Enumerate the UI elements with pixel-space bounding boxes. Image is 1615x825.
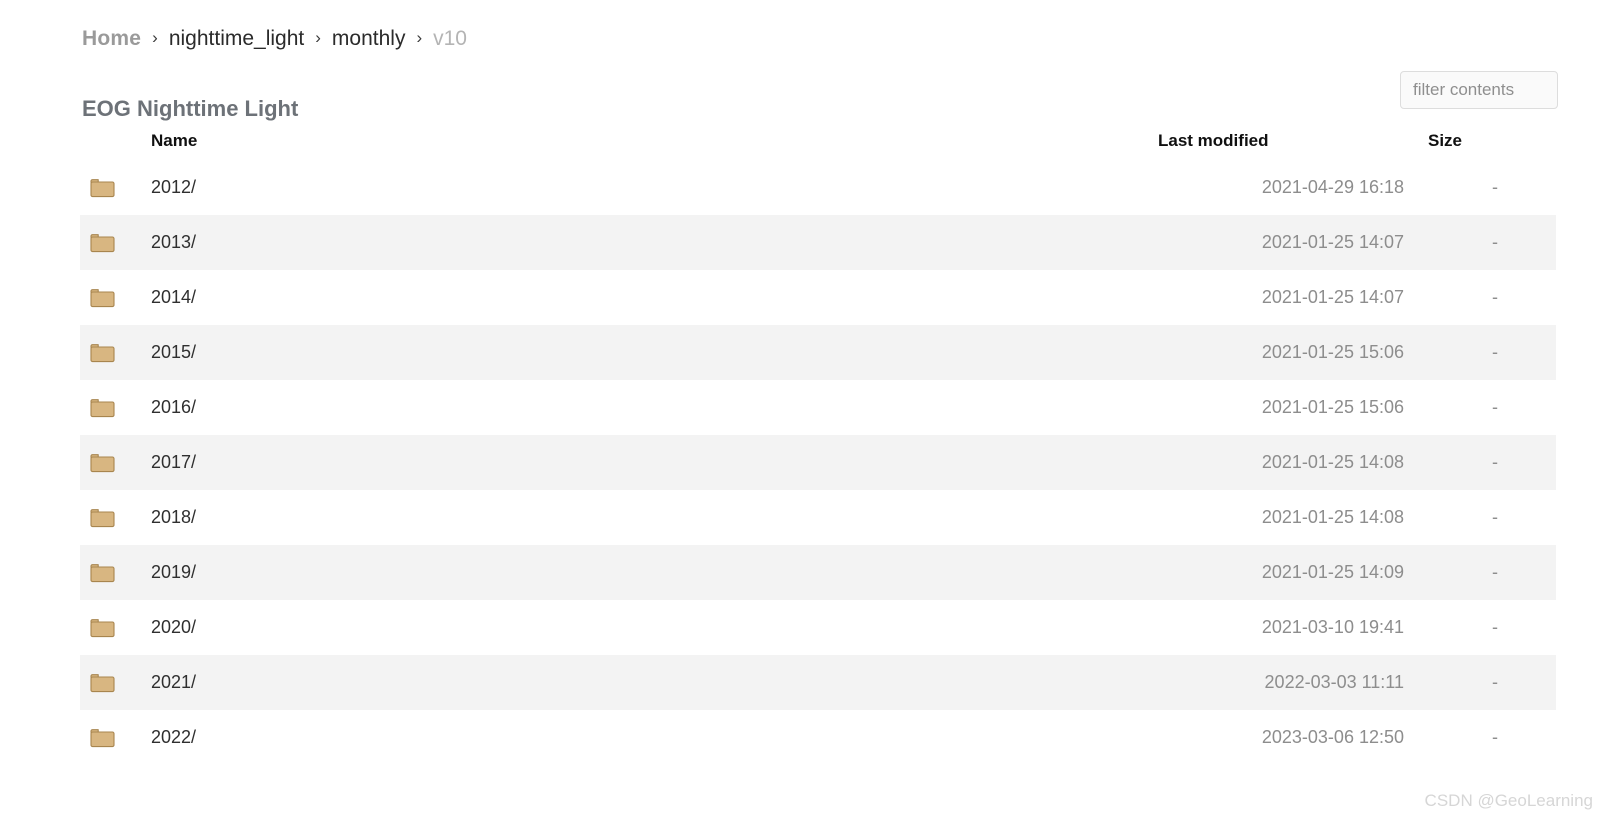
row-size: -	[1492, 287, 1498, 307]
row-name-link[interactable]: 2016/	[151, 397, 1156, 418]
folder-icon	[80, 562, 151, 583]
folder-icon	[80, 617, 151, 638]
row-name-link[interactable]: 2021/	[151, 672, 1156, 693]
folder-icon	[80, 452, 151, 473]
table-row[interactable]: 2020/2021-03-10 19:41 -	[80, 600, 1556, 655]
row-last-modified: 2021-01-25 15:06	[1261, 397, 1404, 417]
row-size: -	[1492, 562, 1498, 582]
table-row[interactable]: 2017/2021-01-25 14:08 -	[80, 435, 1556, 490]
breadcrumb-separator-icon: ›	[315, 28, 321, 47]
row-name-link[interactable]: 2014/	[151, 287, 1156, 308]
row-last-modified: 2021-01-25 14:07	[1261, 287, 1404, 307]
row-name-link[interactable]: 2022/	[151, 727, 1156, 748]
folder-icon	[80, 727, 151, 748]
row-size: -	[1492, 507, 1498, 527]
breadcrumb-separator-icon: ›	[416, 28, 423, 47]
column-header-size[interactable]: Size	[1426, 131, 1556, 151]
table-row[interactable]: 2021/2022-03-03 11:11 -	[80, 655, 1556, 710]
table-row[interactable]: 2019/2021-01-25 14:09 -	[80, 545, 1556, 600]
row-name-link[interactable]: 2017/	[151, 452, 1156, 473]
folder-icon	[80, 287, 151, 308]
breadcrumb-item-monthly[interactable]: monthly	[332, 24, 406, 54]
table-row[interactable]: 2016/2021-01-25 15:06 -	[80, 380, 1556, 435]
row-name-link[interactable]: 2020/	[151, 617, 1156, 638]
row-last-modified: 2023-03-06 12:50	[1261, 727, 1404, 747]
row-size: -	[1492, 617, 1498, 637]
row-name-link[interactable]: 2015/	[151, 342, 1156, 363]
table-row[interactable]: 2012/2021-04-29 16:18 -	[80, 160, 1556, 215]
row-last-modified: 2021-01-25 14:08	[1261, 507, 1404, 527]
watermark: CSDN @GeoLearning	[1424, 791, 1593, 810]
row-size: -	[1492, 342, 1498, 362]
row-last-modified: 2021-01-25 14:07	[1261, 232, 1404, 252]
breadcrumb-separator-icon: ›	[152, 28, 158, 47]
folder-icon	[80, 232, 151, 253]
folder-icon	[80, 397, 151, 418]
folder-icon	[80, 342, 151, 363]
row-size: -	[1492, 397, 1498, 417]
directory-listing: Name Last modified Size 2012/2021-04-29 …	[80, 122, 1556, 765]
page-title: EOG Nighttime Light	[82, 95, 299, 121]
column-header-last-modified[interactable]: Last modified	[1156, 131, 1426, 151]
row-last-modified: 2021-04-29 16:18	[1261, 177, 1404, 197]
breadcrumb-item-v10: v10	[433, 27, 467, 50]
folder-icon	[80, 507, 151, 528]
column-header-name[interactable]: Name	[151, 131, 1156, 151]
row-name-link[interactable]: 2013/	[151, 232, 1156, 253]
row-size: -	[1492, 727, 1498, 747]
breadcrumb-item-nighttime-light[interactable]: nighttime_light	[169, 24, 304, 54]
row-last-modified: 2021-01-25 14:08	[1261, 452, 1404, 472]
row-name-link[interactable]: 2018/	[151, 507, 1156, 528]
breadcrumb: Home › nighttime_light › monthly › v10	[82, 24, 467, 54]
row-size: -	[1492, 232, 1498, 252]
row-last-modified: 2021-01-25 14:09	[1261, 562, 1404, 582]
filter-contents-input[interactable]	[1400, 71, 1558, 109]
row-size: -	[1492, 452, 1498, 472]
table-body: 2012/2021-04-29 16:18-2013/2021-01-25 14…	[80, 160, 1556, 765]
table-row[interactable]: 2013/2021-01-25 14:07 -	[80, 215, 1556, 270]
table-row[interactable]: 2018/2021-01-25 14:08 -	[80, 490, 1556, 545]
table-row[interactable]: 2014/2021-01-25 14:07 -	[80, 270, 1556, 325]
row-size: -	[1492, 177, 1498, 197]
row-last-modified: 2021-03-10 19:41	[1261, 617, 1404, 637]
row-size: -	[1492, 672, 1498, 692]
folder-icon	[80, 177, 151, 198]
table-header-row: Name Last modified Size	[80, 122, 1556, 160]
folder-icon	[80, 672, 151, 693]
table-row[interactable]: 2022/2023-03-06 12:50 -	[80, 710, 1556, 765]
row-name-link[interactable]: 2012/	[151, 177, 1156, 198]
breadcrumb-item-home[interactable]: Home	[82, 24, 141, 54]
row-last-modified: 2021-01-25 15:06	[1261, 342, 1404, 362]
table-row[interactable]: 2015/2021-01-25 15:06 -	[80, 325, 1556, 380]
row-name-link[interactable]: 2019/	[151, 562, 1156, 583]
row-last-modified: 2022-03-03 11:11	[1264, 672, 1404, 692]
